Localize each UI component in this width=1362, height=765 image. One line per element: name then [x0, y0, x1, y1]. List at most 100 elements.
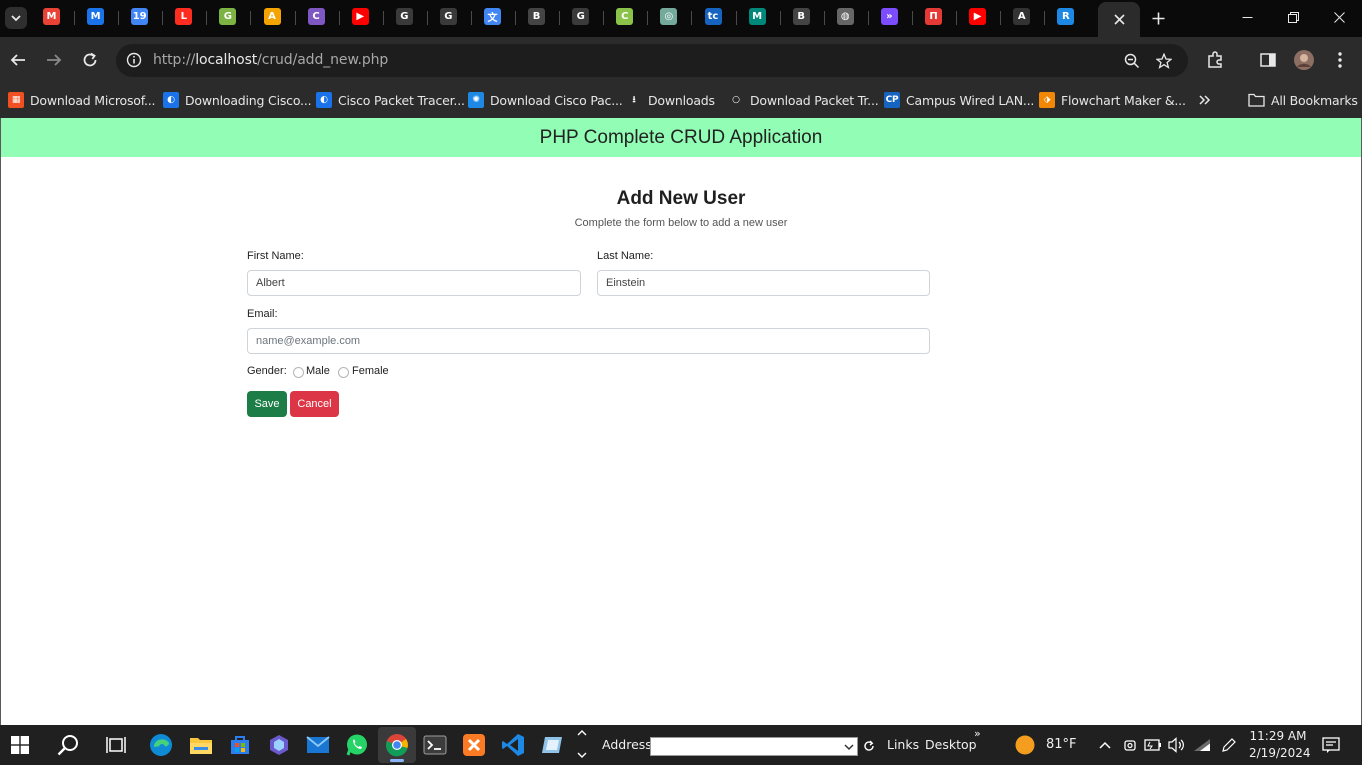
whatsapp-app[interactable] — [344, 732, 370, 758]
clock[interactable]: 11:29 AM 2/19/2024 — [1249, 728, 1311, 762]
email-field[interactable]: name@example.com — [247, 328, 930, 354]
bookmark-item[interactable]: ⭳ Downloads — [626, 89, 715, 111]
vscode-app[interactable] — [500, 732, 526, 758]
pinned-tab-github-icon[interactable]: G — [572, 8, 590, 25]
gender-female-label[interactable]: Female — [352, 365, 389, 377]
search-button[interactable] — [55, 732, 81, 758]
copilot-app[interactable] — [266, 732, 292, 758]
toolbar-overflow-icon[interactable]: » — [974, 727, 981, 740]
weather-temp[interactable]: 81°F — [1046, 737, 1077, 752]
close-icon[interactable] — [1113, 14, 1125, 25]
minimize-button[interactable] — [1235, 6, 1259, 28]
volume-icon[interactable] — [1166, 732, 1186, 758]
web-page: PHP Complete CRUD Application Add New Us… — [0, 118, 1362, 725]
profile-avatar[interactable] — [1292, 48, 1316, 72]
pinned-tab-app-orange-icon[interactable]: A — [263, 8, 281, 25]
all-bookmarks-button[interactable]: All Bookmarks — [1248, 89, 1358, 111]
bookmark-item[interactable]: ▦ Download Microsof... — [8, 89, 156, 111]
more-bookmarks-button[interactable] — [1199, 89, 1211, 111]
tab-separator — [691, 11, 693, 25]
pinned-tab-tc-icon[interactable]: tc — [704, 8, 722, 25]
bookmark-item[interactable]: ○ Download Packet Tr... — [728, 89, 879, 111]
pen-icon[interactable] — [1219, 732, 1239, 758]
app-blue[interactable] — [539, 732, 565, 758]
pinned-tab-app-green-icon[interactable]: G — [219, 8, 237, 25]
desktop-toolbar[interactable]: Desktop — [925, 737, 977, 752]
chrome-app[interactable] — [378, 727, 416, 763]
notifications-button[interactable] — [1318, 732, 1344, 758]
url-text[interactable]: http://localhost/crud/add_new.php — [153, 52, 388, 68]
gender-male-label[interactable]: Male — [306, 365, 330, 377]
bookmark-label: Downloads — [648, 92, 715, 108]
reload-button[interactable] — [78, 48, 102, 72]
bookmark-star-icon[interactable] — [1154, 51, 1174, 71]
battery-icon[interactable] — [1143, 732, 1163, 758]
zoom-icon[interactable] — [1122, 51, 1142, 71]
address-go-button[interactable] — [860, 736, 878, 756]
cancel-button[interactable]: Cancel — [290, 391, 339, 417]
restore-button[interactable] — [1281, 6, 1305, 28]
links-toolbar[interactable]: Links — [887, 737, 919, 752]
pinned-tab-gmail-icon[interactable]: M — [43, 8, 60, 25]
forward-button[interactable] — [42, 48, 66, 72]
store-app[interactable] — [227, 732, 253, 758]
menu-button[interactable] — [1328, 48, 1352, 72]
last-name-field[interactable]: Einstein — [597, 270, 930, 296]
extensions-button[interactable] — [1203, 48, 1227, 72]
pinned-tab-app-purple-icon[interactable]: C — [307, 8, 325, 25]
tab-separator — [470, 11, 472, 25]
first-name-field[interactable]: Albert — [247, 270, 581, 296]
terminal-icon — [423, 735, 447, 755]
pinned-tab-youtube-icon[interactable]: ▶ — [969, 8, 987, 25]
wifi-icon[interactable] — [1192, 732, 1212, 758]
bookmark-item[interactable]: ⬗ Flowchart Maker &... — [1039, 89, 1186, 111]
site-info-icon[interactable] — [124, 50, 144, 70]
toolbar-scroll-arrows[interactable] — [572, 730, 592, 758]
pinned-tab-github-icon[interactable]: G — [439, 8, 457, 25]
pinned-tab-calendar-icon[interactable]: 19 — [131, 8, 149, 25]
pinned-tab-globe-icon[interactable]: ◍ — [836, 8, 854, 25]
edge-app[interactable] — [148, 732, 174, 758]
mail-app[interactable] — [305, 732, 331, 758]
bookmark-item[interactable]: CP Campus Wired LAN... — [884, 89, 1034, 111]
pinned-tab-youtube-icon[interactable]: ▶ — [351, 8, 369, 25]
side-panel-button[interactable] — [1256, 48, 1280, 72]
bookmark-item[interactable]: ✺ Download Cisco Pac... — [468, 89, 623, 111]
chevron-down-icon[interactable] — [844, 742, 854, 752]
pinned-tab-app-red-icon[interactable]: П — [925, 8, 942, 25]
bookmark-item[interactable]: ◐ Cisco Packet Tracer... — [316, 89, 465, 111]
new-tab-button[interactable] — [1148, 8, 1168, 28]
weather-icon[interactable] — [1012, 732, 1038, 758]
back-button[interactable] — [6, 48, 30, 72]
file-explorer-app[interactable] — [188, 732, 214, 758]
address-bar[interactable]: http://localhost/crud/add_new.php — [116, 44, 1188, 77]
bookmark-item[interactable]: ◐ Downloading Cisco... — [163, 89, 312, 111]
notification-icon — [1322, 737, 1340, 753]
pinned-tab-app-bot-icon[interactable]: B — [528, 8, 546, 25]
tab-separator — [206, 11, 208, 25]
gender-female-radio[interactable] — [338, 367, 349, 378]
pinned-tab-translate-icon[interactable]: 文 — [484, 8, 501, 25]
meet-now-icon[interactable] — [1120, 732, 1140, 758]
xampp-app[interactable] — [461, 732, 487, 758]
gender-male-radio[interactable] — [293, 367, 304, 378]
pinned-tab-app-m-icon[interactable]: M — [748, 8, 766, 25]
chevron-up-icon[interactable] — [1095, 732, 1115, 758]
taskbar-address-input[interactable] — [650, 737, 858, 756]
pinned-tab-app-r-icon[interactable]: R — [1057, 8, 1075, 25]
pinned-tab-app-c-icon[interactable]: C — [616, 8, 634, 25]
pinned-tab-mathway-icon[interactable]: M — [87, 8, 105, 25]
pinned-tab-github-icon[interactable]: G — [395, 8, 413, 25]
close-window-button[interactable] — [1327, 6, 1351, 28]
active-tab[interactable] — [1098, 2, 1140, 37]
pinned-tab-chatgpt-icon[interactable]: ◎ — [660, 8, 678, 25]
task-view-button[interactable] — [103, 732, 129, 758]
pinned-tab-app-purple2-icon[interactable]: » — [880, 8, 898, 25]
pinned-tab-app-bot-icon[interactable]: B — [792, 8, 810, 25]
pinned-tab-laravel-icon[interactable]: L — [175, 8, 193, 25]
terminal-app[interactable] — [422, 732, 448, 758]
tab-search-button[interactable] — [5, 7, 27, 29]
pinned-tab-app-a-icon[interactable]: A — [1013, 8, 1031, 25]
save-button[interactable]: Save — [247, 391, 287, 417]
start-button[interactable] — [7, 732, 33, 758]
